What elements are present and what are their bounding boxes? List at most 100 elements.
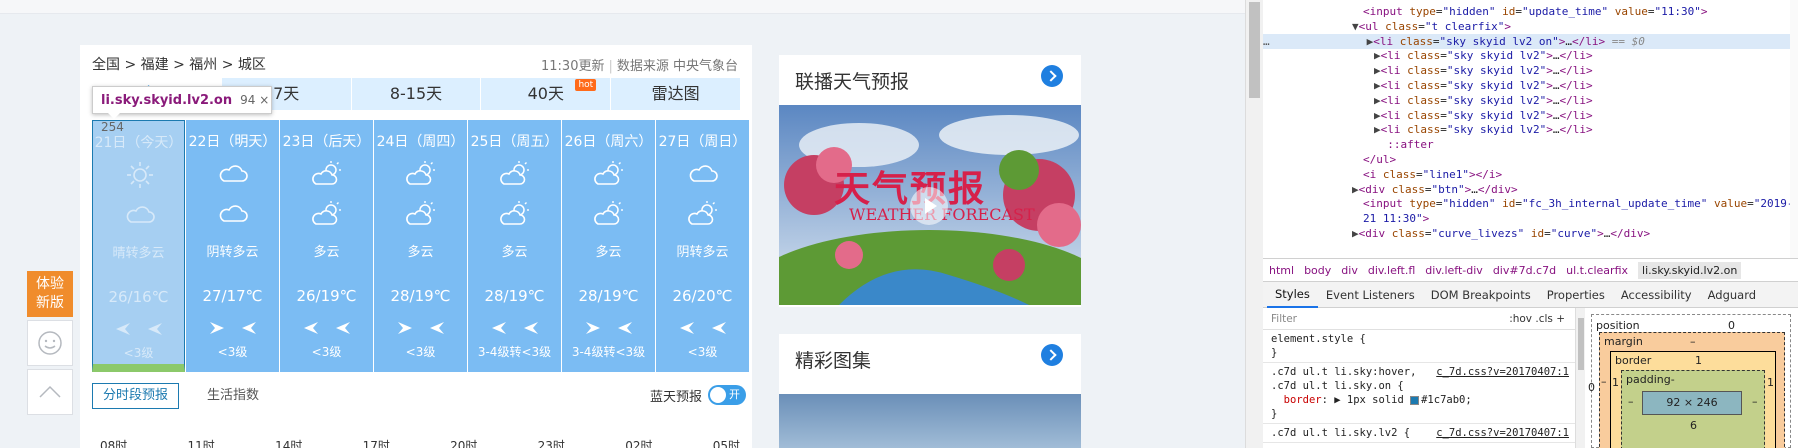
styles-filter[interactable]: Filter :hov .cls + — [1263, 308, 1575, 330]
box-value[interactable]: 1 — [1767, 376, 1774, 389]
box-value[interactable]: 1 — [1695, 354, 1702, 367]
tab-40day[interactable]: 40天 hot — [481, 78, 612, 110]
partly-cloudy-icon — [562, 157, 655, 191]
try-new-version-button[interactable]: 体验 新版 — [27, 271, 73, 317]
dom-node-line[interactable]: ▶<li class="sky skyid lv2">…</li> — [1374, 48, 1593, 63]
day-column[interactable]: 22日（明天） 阴转多云 27/17℃ <3级 — [186, 120, 279, 372]
gallery-photo[interactable] — [779, 394, 1081, 448]
tab-hourly-forecast[interactable]: 分时段预报 — [92, 383, 180, 409]
dom-node-line[interactable]: ▶<li class="sky skyid lv2">…</li> — [1374, 78, 1593, 93]
box-value[interactable]: – — [1601, 375, 1607, 388]
dom-breadcrumb-item[interactable]: html — [1269, 264, 1294, 277]
play-icon[interactable] — [910, 187, 948, 225]
dom-tree: <input type="hidden" id="update_time" va… — [1263, 0, 1798, 258]
dom-breadcrumb-item[interactable]: div — [1341, 264, 1358, 277]
day-column[interactable]: 21日（今天） 晴转多云 26/16℃ <3级 — [92, 120, 185, 372]
devtools-tab-properties[interactable]: Properties — [1539, 282, 1613, 308]
wind-direction-icon — [562, 315, 655, 341]
box-value[interactable]: – — [1752, 395, 1758, 408]
breadcrumb-item[interactable]: 福州 — [189, 57, 217, 73]
breadcrumb-item[interactable]: 福建 — [141, 57, 169, 73]
devtools-tab-dom-breakpoints[interactable]: DOM Breakpoints — [1423, 282, 1539, 308]
box-value[interactable]: – — [1690, 335, 1696, 348]
dom-node-line[interactable]: ▶<li class="sky skyid lv2">…</li> — [1374, 122, 1593, 137]
box-value[interactable]: – — [1628, 395, 1634, 408]
rule-source-link[interactable]: c_7d.css?v=20170407:1 — [1436, 426, 1569, 440]
devtools-tab-styles[interactable]: Styles — [1267, 282, 1318, 308]
prop-color[interactable]: #1c7ab0; — [1421, 394, 1472, 406]
prop-name[interactable]: border — [1284, 394, 1322, 406]
day-date: 25日（周五） — [470, 134, 559, 150]
box-content[interactable]: 92 × 246 — [1642, 391, 1742, 415]
blue-sky-forecast: 蓝天预报 开 — [650, 385, 746, 405]
dom-node-line[interactable]: ▶<li class="sky skyid lv2">…</li> — [1374, 93, 1593, 108]
box-value[interactable]: 6 — [1690, 419, 1697, 432]
day-column[interactable]: 26日（周六） 多云 28/19℃ 3-4级转<3级 — [562, 120, 655, 372]
dom-node-line[interactable]: </ul> — [1363, 152, 1396, 167]
dom-node-line[interactable]: <i class="line1"></i> — [1363, 167, 1502, 182]
scrollbar-thumb[interactable] — [1578, 318, 1584, 370]
day-wind-level: <3级 — [311, 345, 342, 359]
devtools-tab-event-listeners[interactable]: Event Listeners — [1318, 282, 1423, 308]
partly-cloudy-icon — [280, 157, 373, 191]
dom-breadcrumb-item[interactable]: div.left.fl — [1368, 264, 1415, 277]
dom-breadcrumb-item[interactable]: ul.t.clearfix — [1566, 264, 1628, 277]
dom-node-line[interactable]: <input type="hidden" id="fc_3h_internal_… — [1363, 196, 1798, 211]
dom-node-line[interactable]: 21 11:30"> — [1363, 211, 1429, 226]
dom-breadcrumb-item[interactable]: li.sky.skyid.lv2.on — [1638, 261, 1742, 279]
hour-axis: 08时 11时 14时 17时 20时 23时 02时 05时 — [100, 437, 740, 448]
dom-breadcrumb-item[interactable]: body — [1304, 264, 1331, 277]
wind-direction-icon — [280, 315, 373, 341]
back-to-top-button[interactable] — [27, 369, 73, 415]
dom-node-line[interactable]: ▶<div class="curve_livezs" id="curve">…<… — [1352, 226, 1650, 241]
rule-source-link[interactable]: c_7d.css?v=20170407:1 — [1436, 365, 1569, 379]
dom-scrollbar[interactable] — [1790, 0, 1798, 258]
dom-node-line[interactable]: ▼<ul class="t clearfix"> — [1352, 19, 1511, 34]
hour-label: 20时 — [450, 439, 478, 448]
blue-sky-toggle[interactable]: 开 — [708, 385, 746, 405]
day-weather: 阴转多云 — [676, 245, 729, 260]
day-column[interactable]: 23日（后天） 多云 26/19℃ <3级 — [280, 120, 373, 372]
dom-node-line[interactable]: <input type="hidden" id="update_time" va… — [1363, 4, 1707, 19]
color-swatch-icon[interactable] — [1410, 395, 1420, 405]
tooltip-selector: li.sky.skyid.lv2.on — [101, 93, 233, 108]
scrollbar-thumb[interactable] — [1249, 2, 1260, 98]
video-player[interactable]: 天气预报 WEATHER FORECAST — [779, 105, 1081, 305]
dom-node-line[interactable]: … ▶<li class="sky skyid lv2 on">…</li> ==… — [1263, 33, 1798, 49]
box-label: margin — [1604, 335, 1643, 348]
devtools-tab-accessibility[interactable]: Accessibility — [1613, 282, 1700, 308]
dom-node-line[interactable]: ▶<div class="btn">…</div> — [1352, 182, 1518, 197]
blue-sky-label: 蓝天预报 — [649, 389, 702, 405]
box-value[interactable]: 0 — [1728, 319, 1735, 332]
devtools-tab-adguard[interactable]: Adguard — [1700, 282, 1764, 308]
dom-breadcrumb-item[interactable]: div.left-div — [1425, 264, 1483, 277]
day-wind-level: <3级 — [217, 345, 248, 359]
box-value[interactable]: 0 — [1588, 381, 1595, 394]
tab-life-index[interactable]: 生活指数 — [197, 384, 269, 408]
dom-breadcrumb-item[interactable]: div#7d.c7d — [1493, 264, 1556, 277]
tab-radar[interactable]: 雷达图 — [611, 78, 740, 110]
dom-node-line[interactable]: ::after — [1374, 137, 1433, 152]
more-arrow-icon[interactable] — [1041, 65, 1063, 87]
feedback-button[interactable] — [27, 320, 73, 366]
style-rule-lv2: c_7d.css?v=20170407:1 .c7d ul.t li.sky.l… — [1263, 424, 1575, 443]
day-temp: 26/20℃ — [672, 287, 733, 305]
box-margin: margin – – border 1 1 1 padding- – – 92 … — [1599, 332, 1785, 448]
more-arrow-icon[interactable] — [1041, 344, 1063, 366]
tab-8-15day[interactable]: 8-15天 — [352, 78, 482, 110]
styles-scrollbar[interactable] — [1575, 308, 1585, 448]
breadcrumb-item[interactable]: 全国 — [92, 57, 120, 73]
devtools-breadcrumbs: html body div div.left.fl div.left-div div#7d… — [1263, 258, 1798, 282]
day-column[interactable]: 24日（周四） 多云 28/19℃ <3级 — [374, 120, 467, 372]
prop-value[interactable]: ▶ 1px solid — [1334, 394, 1410, 406]
dom-node-line[interactable]: ▶<li class="sky skyid lv2">…</li> — [1374, 108, 1593, 123]
day-column[interactable]: 27日（周日） 阴转多云 26/20℃ <3级 — [656, 120, 749, 372]
hot-badge: hot — [575, 79, 597, 91]
dom-node-line[interactable]: ▶<li class="sky skyid lv2">…</li> — [1374, 63, 1593, 78]
day-wind-level: 3-4级转<3级 — [571, 345, 646, 359]
element-tooltip: li.sky.skyid.lv2.on 94 × 254 — [92, 86, 272, 134]
filter-options[interactable]: :hov .cls + — [1509, 313, 1565, 325]
box-value[interactable]: 1 — [1612, 376, 1619, 389]
day-column[interactable]: 25日（周五） 多云 28/19℃ 3-4级转<3级 — [468, 120, 561, 372]
page-scrollbar[interactable] — [1245, 0, 1263, 448]
